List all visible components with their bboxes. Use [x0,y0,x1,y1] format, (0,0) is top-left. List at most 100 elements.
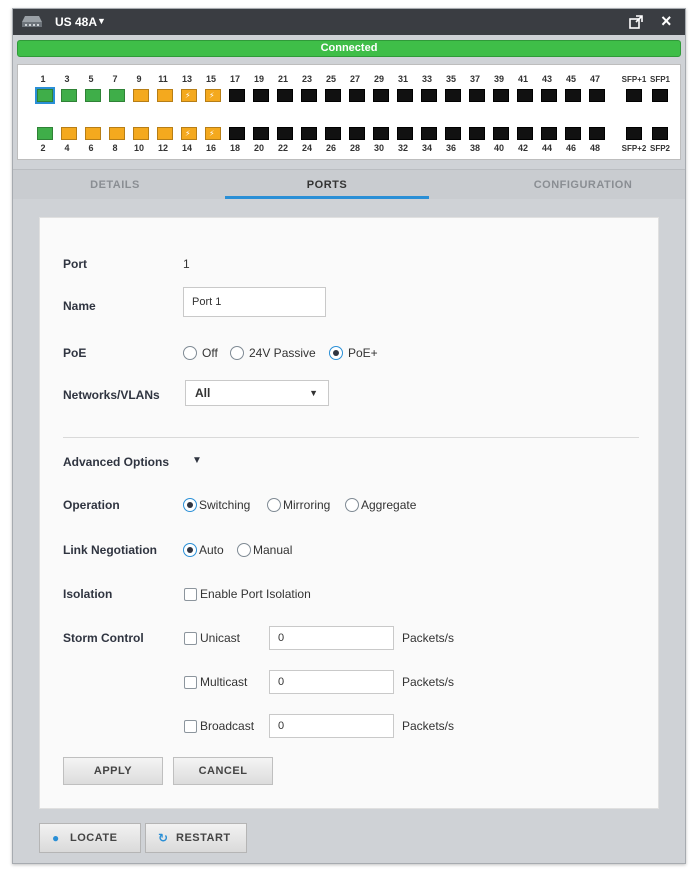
port-37-indicator[interactable] [469,89,485,102]
poe-off-radio[interactable] [183,346,197,360]
port-46-indicator[interactable] [565,127,581,140]
port-36-indicator[interactable] [445,127,461,140]
port-15-indicator[interactable]: ⚡ [205,89,221,102]
port-5-indicator[interactable] [85,89,101,102]
port-35-indicator[interactable] [445,89,461,102]
port-number: 26 [325,143,336,153]
port-number: 4 [64,143,70,153]
chevron-down-icon[interactable]: ▼ [192,455,202,466]
port-1-indicator[interactable] [35,87,55,104]
port-19-indicator[interactable] [253,89,269,102]
port-SFP2-indicator[interactable] [652,127,668,140]
port-SFP1-indicator[interactable] [652,89,668,102]
storm-multicast-checkbox[interactable] [184,676,197,689]
port-SFP+1-indicator[interactable] [626,89,642,102]
operation-aggregate-radio[interactable] [345,498,359,512]
device-name[interactable]: US 48A [55,15,97,29]
storm-broadcast-input[interactable] [269,714,394,738]
port-number: 15 [205,74,216,84]
tab-bar: DETAILS PORTS CONFIGURATION [13,169,685,199]
port-28-indicator[interactable] [349,127,365,140]
port-45-indicator[interactable] [565,89,581,102]
storm-unicast-input[interactable] [269,626,394,650]
port-47-indicator[interactable] [589,89,605,102]
port-16-indicator[interactable]: ⚡ [205,127,221,140]
port-39-indicator[interactable] [493,89,509,102]
port-10-indicator[interactable] [133,127,149,140]
port-14-indicator[interactable]: ⚡ [181,127,197,140]
link-negotiation-label: Link Negotiation [63,543,157,557]
port-13-indicator[interactable]: ⚡ [181,89,197,102]
connection-status-bar: Connected [17,40,681,57]
locate-button[interactable]: ● LOCATE [39,823,141,853]
port-isolation-label: Enable Port Isolation [200,587,311,601]
port-22-indicator[interactable] [277,127,293,140]
port-30-indicator[interactable] [373,127,389,140]
storm-broadcast-checkbox[interactable] [184,720,197,733]
port-4-indicator[interactable] [61,127,77,140]
poe-24v-passive-radio[interactable] [230,346,244,360]
port-32-indicator[interactable] [397,127,413,140]
port-2-indicator[interactable] [37,127,53,140]
cancel-button[interactable]: CANCEL [173,757,273,785]
port-48-indicator[interactable] [589,127,605,140]
poe-plus-radio[interactable] [329,346,343,360]
popout-icon[interactable] [629,15,643,29]
port-17-indicator[interactable] [229,89,245,102]
tab-details[interactable]: DETAILS [25,170,205,200]
port-3-indicator[interactable] [61,89,77,102]
storm-multicast-input[interactable] [269,670,394,694]
port-29-indicator[interactable] [373,89,389,102]
port-isolation-checkbox[interactable] [184,588,197,601]
port-number: 34 [421,143,432,153]
port-43-indicator[interactable] [541,89,557,102]
port-31-indicator[interactable] [397,89,413,102]
close-icon[interactable]: × [661,11,672,31]
port-18-indicator[interactable] [229,127,245,140]
advanced-options-label[interactable]: Advanced Options [63,455,169,469]
port-20-indicator[interactable] [253,127,269,140]
port-12-indicator[interactable] [157,127,173,140]
port-33-indicator[interactable] [421,89,437,102]
port-42-indicator[interactable] [517,127,533,140]
port-number: 9 [136,74,142,84]
port-34-indicator[interactable] [421,127,437,140]
port-38-indicator[interactable] [469,127,485,140]
poe-label: PoE [63,346,87,360]
port-9-indicator[interactable] [133,89,149,102]
port-41-indicator[interactable] [517,89,533,102]
chevron-down-icon[interactable]: ▼ [97,16,106,26]
restart-button[interactable]: ↻ RESTART [145,823,247,853]
port-11-indicator[interactable] [157,89,173,102]
poe-bolt-icon: ⚡ [185,91,191,100]
port-number: 46 [565,143,576,153]
port-21-indicator[interactable] [277,89,293,102]
link-auto-radio[interactable] [183,543,197,557]
port-25-indicator[interactable] [325,89,341,102]
port-number: 40 [493,143,504,153]
operation-mirroring-radio[interactable] [267,498,281,512]
port-number: 7 [112,74,118,84]
port-number: 11 [158,74,168,84]
storm-unicast-checkbox[interactable] [184,632,197,645]
port-number: 13 [181,74,192,84]
networks-vlans-select[interactable]: All ▼ [185,380,329,406]
port-23-indicator[interactable] [301,89,317,102]
storm-unicast-unit: Packets/s [402,631,455,645]
operation-switching-radio[interactable] [183,498,197,512]
tab-configuration[interactable]: CONFIGURATION [483,170,683,200]
port-8-indicator[interactable] [109,127,125,140]
port-SFP+2-indicator[interactable] [626,127,642,140]
port-26-indicator[interactable] [325,127,341,140]
port-7-indicator[interactable] [109,89,125,102]
port-number: 37 [469,74,480,84]
link-manual-radio[interactable] [237,543,251,557]
name-input[interactable] [183,287,326,317]
port-40-indicator[interactable] [493,127,509,140]
port-24-indicator[interactable] [301,127,317,140]
port-6-indicator[interactable] [85,127,101,140]
port-27-indicator[interactable] [349,89,365,102]
apply-button[interactable]: APPLY [63,757,163,785]
port-44-indicator[interactable] [541,127,557,140]
storm-control-label: Storm Control [63,631,144,645]
